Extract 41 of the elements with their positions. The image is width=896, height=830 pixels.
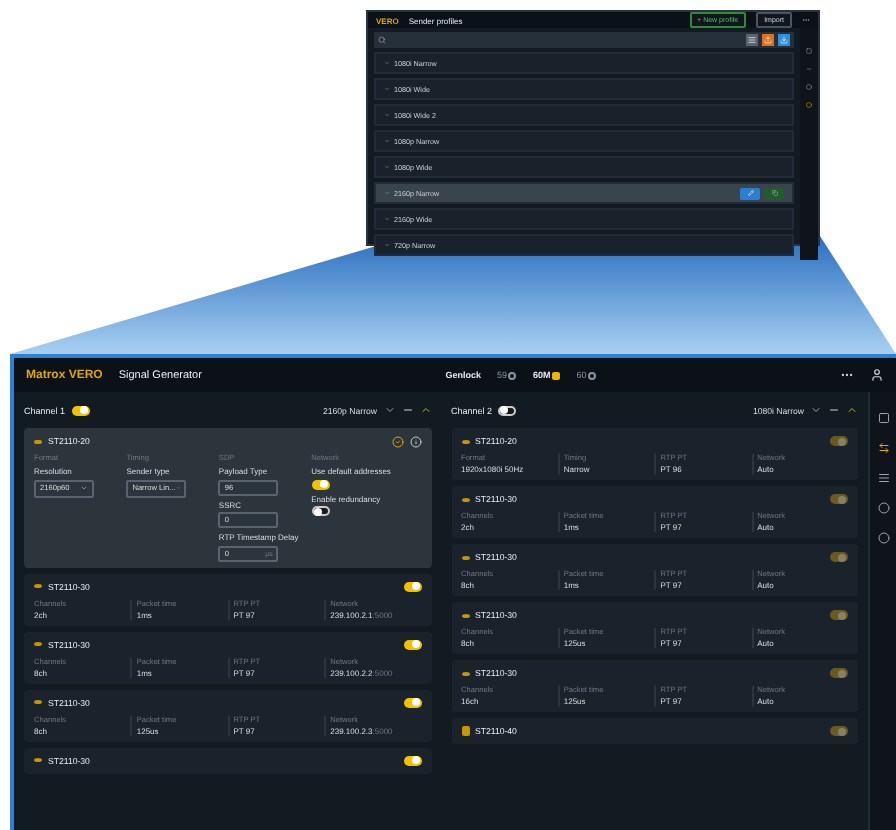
more-icon[interactable] (840, 368, 855, 382)
chevron-down-icon[interactable] (810, 404, 822, 416)
search-icon (378, 36, 386, 44)
circle-icon (806, 102, 812, 108)
minus-icon[interactable] (828, 404, 840, 416)
channel-toggle[interactable] (498, 405, 517, 415)
stream-toggle[interactable] (830, 668, 848, 678)
switch[interactable] (311, 506, 330, 516)
copy-button[interactable] (764, 187, 784, 199)
stream-toggle[interactable] (403, 581, 421, 591)
copy-icon (771, 190, 777, 196)
stream-toggle[interactable] (403, 639, 421, 649)
check-circle-icon[interactable] (391, 435, 403, 447)
pencil-icon (747, 190, 753, 196)
chevron-up-icon[interactable] (846, 404, 858, 416)
search-field[interactable] (374, 32, 794, 48)
info-icon[interactable] (409, 435, 421, 447)
circle-icon[interactable] (877, 502, 889, 514)
minus-icon (806, 66, 812, 72)
filter-button[interactable] (746, 34, 758, 46)
minus-icon[interactable] (401, 404, 413, 416)
circle-icon (806, 84, 812, 90)
circle-icon[interactable] (877, 532, 889, 544)
user-icon[interactable] (870, 368, 885, 382)
stream-toggle[interactable] (403, 755, 421, 765)
stream-toggle[interactable] (830, 610, 848, 620)
lines-icon[interactable] (877, 472, 889, 484)
chevron-up-icon[interactable] (419, 404, 431, 416)
download-button[interactable] (778, 34, 790, 46)
channel-toggle[interactable] (71, 405, 90, 415)
stream-toggle[interactable] (830, 726, 848, 736)
stream-toggle[interactable] (830, 436, 848, 446)
switch[interactable] (311, 479, 330, 489)
square-icon (461, 726, 469, 736)
stream-toggle[interactable] (830, 552, 848, 562)
chevron-down-icon[interactable] (383, 404, 395, 416)
square-icon (877, 412, 889, 424)
stream-toggle[interactable] (403, 697, 421, 707)
edit-button[interactable] (740, 187, 760, 199)
stream-toggle[interactable] (830, 494, 848, 504)
arrows-icon[interactable] (877, 442, 889, 454)
